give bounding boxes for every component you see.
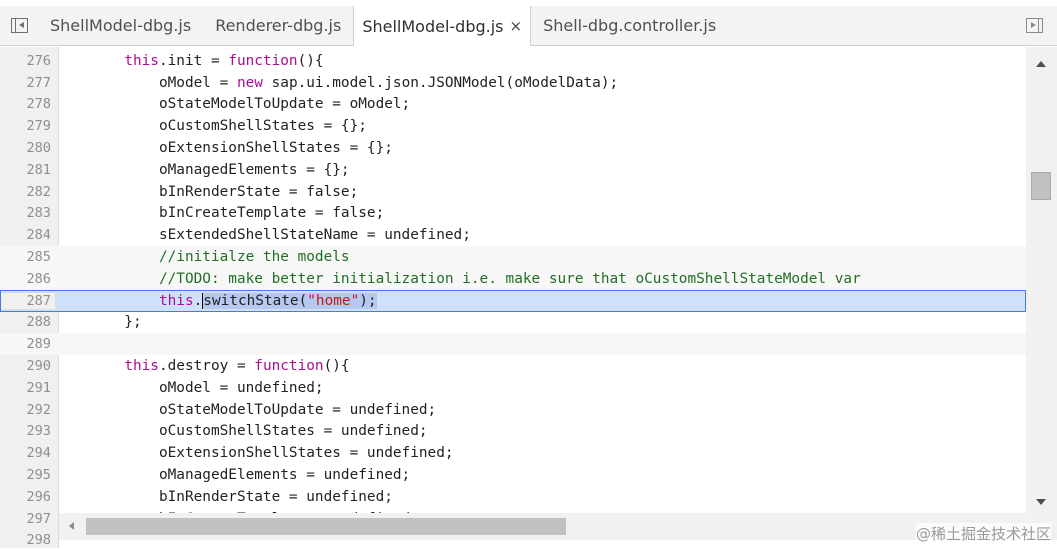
code-text: oExtensionShellStates = {}; <box>55 140 393 157</box>
code-text: //TODO: make better initialization i.e. … <box>158 270 861 287</box>
code-line[interactable]: 280 oExtensionShellStates = {}; <box>0 137 1026 159</box>
tab-renderer[interactable]: Renderer-dbg.js <box>203 6 353 45</box>
code-text: oManagedElements = {}; <box>55 161 350 178</box>
code-line[interactable]: 284 sExtendedShellStateName = undefined; <box>0 224 1026 246</box>
code-line[interactable]: 277 oModel = new sap.ui.model.json.JSONM… <box>0 72 1026 94</box>
tab-label: ShellModel-dbg.js <box>50 16 192 35</box>
code-line-highlighted[interactable]: 287 this.switchState("home"); <box>0 289 1026 312</box>
toggle-debugger-button[interactable] <box>1011 6 1057 45</box>
code-line[interactable]: 285 //initialze the models <box>0 246 1026 268</box>
tab-label: Renderer-dbg.js <box>215 16 342 35</box>
scroll-up-icon[interactable] <box>1036 61 1046 67</box>
code-line[interactable]: 278 oStateModelToUpdate = oModel; <box>0 94 1026 116</box>
watermark: @稀土掘金技术社区 <box>915 523 1051 544</box>
code-text: oCustomShellStates = {}; <box>55 118 367 135</box>
line-number[interactable]: 279 <box>0 118 55 134</box>
line-number[interactable]: 288 <box>0 314 55 330</box>
line-number[interactable]: 291 <box>0 380 55 396</box>
line-number[interactable]: 283 <box>0 205 55 221</box>
code-text: bInCreateTemplate = false; <box>55 205 385 222</box>
tab-label: Shell-dbg.controller.js <box>543 16 717 35</box>
code-text: oCustomShellStates = undefined; <box>55 423 428 440</box>
code-editor[interactable]: 276 this.init = function(){277 oModel = … <box>0 47 1057 548</box>
line-number[interactable]: 286 <box>0 271 55 287</box>
code-text: oModel = undefined; <box>55 379 324 396</box>
code-line[interactable]: 289 <box>0 333 1026 356</box>
code-line[interactable]: 276 this.init = function(){ <box>0 50 1026 72</box>
code-text: oModel = new sap.ui.model.json.JSONModel… <box>55 74 619 91</box>
code-line[interactable]: 293 oCustomShellStates = undefined; <box>0 421 1026 443</box>
code-text: //initialze the models <box>158 249 350 266</box>
code-line[interactable]: 295 oManagedElements = undefined; <box>0 464 1026 486</box>
close-icon[interactable]: × <box>510 17 523 35</box>
line-number[interactable]: 296 <box>0 489 55 505</box>
vertical-scroll-thumb[interactable] <box>1031 172 1051 200</box>
horizontal-scroll-thumb[interactable] <box>86 518 566 535</box>
code-line[interactable]: 294 oExtensionShellStates = undefined; <box>0 442 1026 464</box>
code-line[interactable]: 288 }; <box>0 312 1026 334</box>
horizontal-scrollbar[interactable] <box>59 513 1057 540</box>
code-line[interactable]: 292 oStateModelToUpdate = undefined; <box>0 399 1026 421</box>
code-text: }; <box>55 314 142 331</box>
line-number[interactable]: 285 <box>0 249 55 265</box>
code-line[interactable]: 296 bInRenderState = undefined; <box>0 486 1026 508</box>
line-number[interactable]: 278 <box>0 96 55 112</box>
code-line[interactable]: 286 //TODO: make better initialization i… <box>0 268 1026 290</box>
line-number[interactable]: 293 <box>0 423 55 439</box>
code-line[interactable]: 282 bInRenderState = false; <box>0 181 1026 203</box>
line-number[interactable]: 282 <box>0 184 55 200</box>
code-text: bInRenderState = false; <box>55 183 359 200</box>
code-text: this.init = function(){ <box>124 52 324 69</box>
editor-tab-bar: ShellModel-dbg.js Renderer-dbg.js ShellM… <box>0 6 1057 46</box>
tab-shellmodel-1[interactable]: ShellModel-dbg.js <box>38 6 203 45</box>
tab-shell-controller[interactable]: Shell-dbg.controller.js <box>531 6 728 45</box>
line-number[interactable]: 277 <box>0 75 55 91</box>
panel-left-icon <box>10 18 28 33</box>
code-text: sExtendedShellStateName = undefined; <box>55 227 471 244</box>
panel-right-icon <box>1025 18 1043 33</box>
tab-shellmodel-active[interactable]: ShellModel-dbg.js × <box>353 6 532 46</box>
code-line[interactable]: 291 oModel = undefined; <box>0 377 1026 399</box>
code-line[interactable]: 283 bInCreateTemplate = false; <box>0 203 1026 225</box>
tab-label: ShellModel-dbg.js <box>362 16 504 36</box>
code-text: oExtensionShellStates = undefined; <box>55 445 454 462</box>
scroll-down-icon[interactable] <box>1036 499 1046 505</box>
line-number[interactable]: 297 <box>0 511 55 527</box>
code-text: this.switchState("home"); <box>158 292 377 309</box>
code-line[interactable]: 290 this.destroy = function(){ <box>0 355 1026 377</box>
code-text: this.destroy = function(){ <box>124 358 350 375</box>
line-number[interactable]: 289 <box>0 336 55 352</box>
line-number[interactable]: 295 <box>0 467 55 483</box>
line-number[interactable]: 294 <box>0 445 55 461</box>
line-number[interactable]: 287 <box>0 292 55 309</box>
code-text: bInRenderState = undefined; <box>55 488 393 505</box>
code-text: oStateModelToUpdate = undefined; <box>55 401 437 418</box>
line-number[interactable]: 290 <box>0 358 55 374</box>
code-text: oManagedElements = undefined; <box>55 467 411 484</box>
code-text: oStateModelToUpdate = oModel; <box>55 96 411 113</box>
line-number[interactable]: 292 <box>0 402 55 418</box>
line-number[interactable]: 298 <box>0 532 55 548</box>
scroll-left-icon[interactable] <box>69 522 74 530</box>
toggle-navigator-button[interactable] <box>0 6 38 45</box>
code-line[interactable]: 279 oCustomShellStates = {}; <box>0 115 1026 137</box>
vertical-scrollbar[interactable] <box>1026 47 1057 523</box>
line-number[interactable]: 281 <box>0 162 55 178</box>
line-number[interactable]: 284 <box>0 227 55 243</box>
code-line[interactable]: 281 oManagedElements = {}; <box>0 159 1026 181</box>
line-number[interactable]: 276 <box>0 53 55 69</box>
line-number[interactable]: 280 <box>0 140 55 156</box>
